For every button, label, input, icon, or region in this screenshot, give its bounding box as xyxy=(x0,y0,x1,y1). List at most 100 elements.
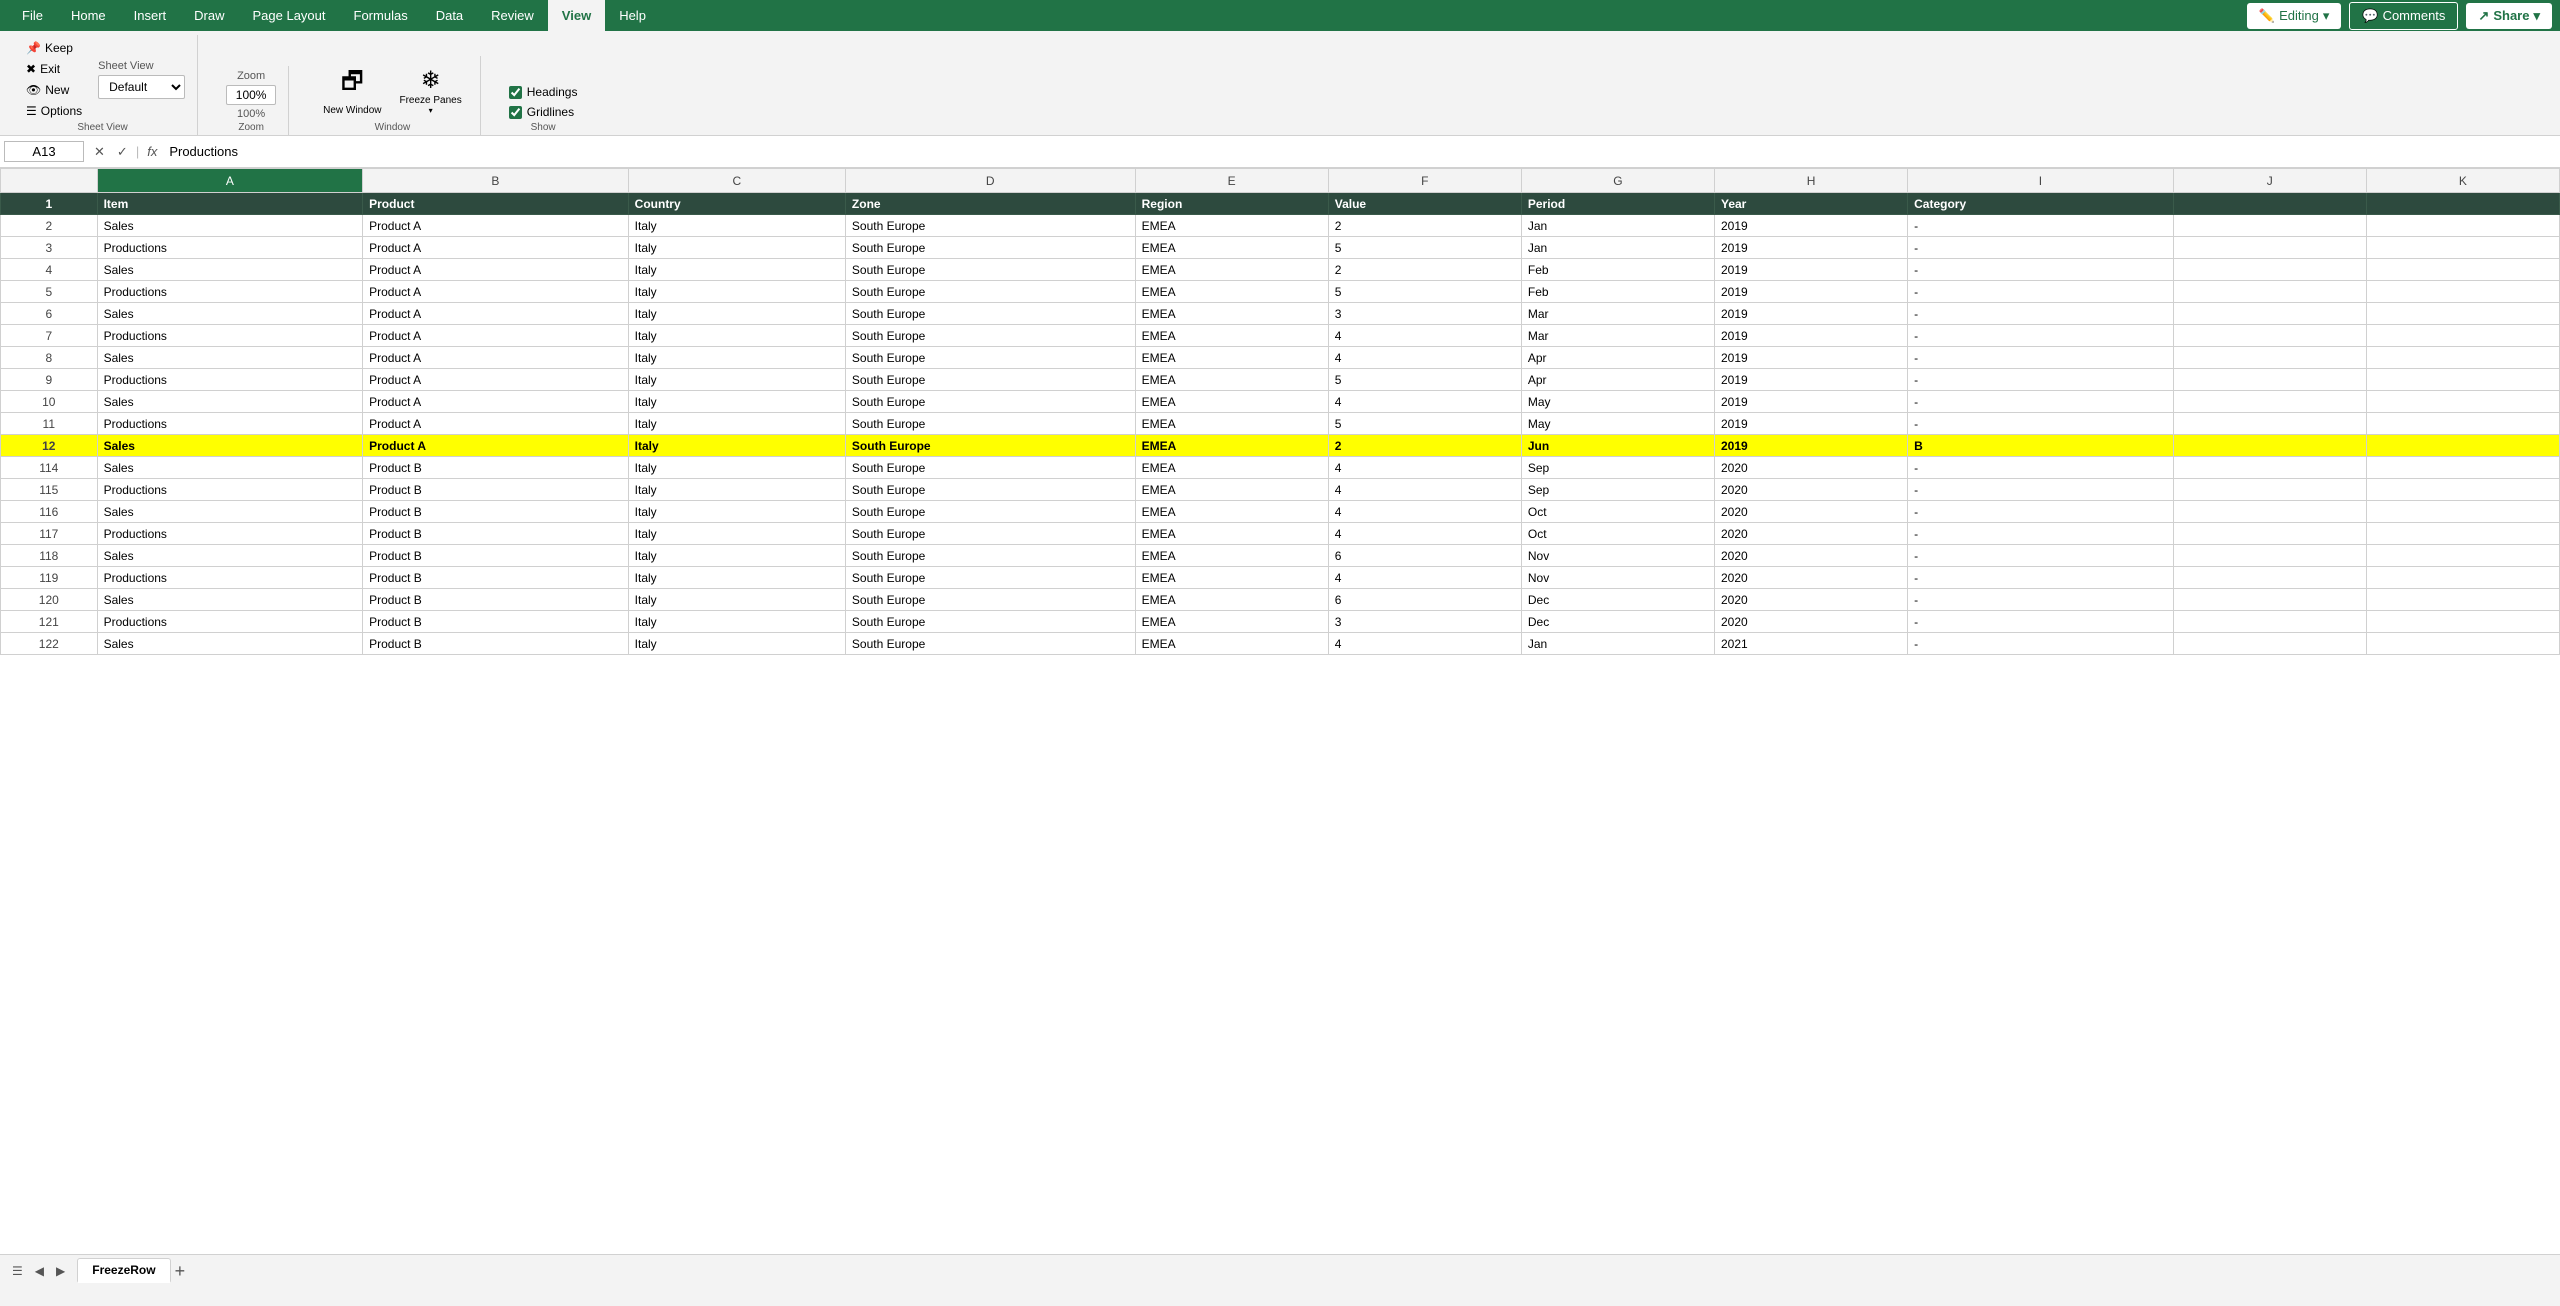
cell-4-H[interactable]: 2019 xyxy=(1714,259,1907,281)
cell-115-D[interactable]: South Europe xyxy=(845,479,1135,501)
cell-extra-1[interactable] xyxy=(2366,479,2559,501)
cell-117-F[interactable]: 4 xyxy=(1328,523,1521,545)
cell-116-B[interactable]: Product B xyxy=(363,501,629,523)
cell-114-B[interactable]: Product B xyxy=(363,457,629,479)
sheet-tab-freezerow[interactable]: FreezeRow xyxy=(77,1258,170,1283)
cell-5-E[interactable]: EMEA xyxy=(1135,281,1328,303)
cell-8-H[interactable]: 2019 xyxy=(1714,347,1907,369)
tab-page-layout[interactable]: Page Layout xyxy=(239,0,340,31)
cell-extra-1[interactable] xyxy=(2366,457,2559,479)
cell-4-C[interactable]: Italy xyxy=(628,259,845,281)
cell-5-D[interactable]: South Europe xyxy=(845,281,1135,303)
cell-116-E[interactable]: EMEA xyxy=(1135,501,1328,523)
cell-114-I[interactable]: - xyxy=(1908,457,2174,479)
cell-120-B[interactable]: Product B xyxy=(363,589,629,611)
cell-11-E[interactable]: EMEA xyxy=(1135,413,1328,435)
cell-121-D[interactable]: South Europe xyxy=(845,611,1135,633)
cell-6-D[interactable]: South Europe xyxy=(845,303,1135,325)
share-button[interactable]: ↗ Share ▾ xyxy=(2466,3,2552,29)
cell-117-G[interactable]: Oct xyxy=(1521,523,1714,545)
tab-draw[interactable]: Draw xyxy=(180,0,238,31)
cell-118-E[interactable]: EMEA xyxy=(1135,545,1328,567)
cell-11-F[interactable]: 5 xyxy=(1328,413,1521,435)
cell-extra-0[interactable] xyxy=(2173,325,2366,347)
cell-119-E[interactable]: EMEA xyxy=(1135,567,1328,589)
cell-120-D[interactable]: South Europe xyxy=(845,589,1135,611)
cell-8-A[interactable]: Sales xyxy=(97,347,363,369)
cell-6-I[interactable]: - xyxy=(1908,303,2174,325)
header-region[interactable]: Region xyxy=(1135,193,1328,215)
cell-121-H[interactable]: 2020 xyxy=(1714,611,1907,633)
cell-3-F[interactable]: 5 xyxy=(1328,237,1521,259)
cell-10-C[interactable]: Italy xyxy=(628,391,845,413)
cell-12-C[interactable]: Italy xyxy=(628,435,845,457)
cell-115-F[interactable]: 4 xyxy=(1328,479,1521,501)
cell-115-C[interactable]: Italy xyxy=(628,479,845,501)
options-button[interactable]: ☰ Options xyxy=(20,102,88,120)
cell-120-H[interactable]: 2020 xyxy=(1714,589,1907,611)
cell-11-C[interactable]: Italy xyxy=(628,413,845,435)
cell-122-H[interactable]: 2021 xyxy=(1714,633,1907,655)
col-header-A[interactable]: A xyxy=(97,169,363,193)
cell-extra-1[interactable] xyxy=(2366,303,2559,325)
sheet-nav-menu[interactable]: ☰ xyxy=(8,1262,27,1280)
cell-114-E[interactable]: EMEA xyxy=(1135,457,1328,479)
cell-9-E[interactable]: EMEA xyxy=(1135,369,1328,391)
cell-extra-1[interactable] xyxy=(2366,589,2559,611)
header-value[interactable]: Value xyxy=(1328,193,1521,215)
cell-9-C[interactable]: Italy xyxy=(628,369,845,391)
tab-insert[interactable]: Insert xyxy=(120,0,181,31)
cell-3-C[interactable]: Italy xyxy=(628,237,845,259)
cell-11-H[interactable]: 2019 xyxy=(1714,413,1907,435)
add-sheet-button[interactable]: + xyxy=(171,1262,190,1280)
cell-reference-input[interactable] xyxy=(4,141,84,162)
cell-7-E[interactable]: EMEA xyxy=(1135,325,1328,347)
cell-117-C[interactable]: Italy xyxy=(628,523,845,545)
cell-2-C[interactable]: Italy xyxy=(628,215,845,237)
cell-121-B[interactable]: Product B xyxy=(363,611,629,633)
cell-extra-1[interactable] xyxy=(2366,545,2559,567)
cell-extra-0[interactable] xyxy=(2173,237,2366,259)
cell-extra-1[interactable] xyxy=(2366,413,2559,435)
cell-9-I[interactable]: - xyxy=(1908,369,2174,391)
cell-5-G[interactable]: Feb xyxy=(1521,281,1714,303)
cell-118-G[interactable]: Nov xyxy=(1521,545,1714,567)
cell-114-A[interactable]: Sales xyxy=(97,457,363,479)
cell-7-C[interactable]: Italy xyxy=(628,325,845,347)
cell-119-F[interactable]: 4 xyxy=(1328,567,1521,589)
cell-extra-0[interactable] xyxy=(2173,545,2366,567)
cell-115-E[interactable]: EMEA xyxy=(1135,479,1328,501)
col-header-H[interactable]: H xyxy=(1714,169,1907,193)
cell-118-C[interactable]: Italy xyxy=(628,545,845,567)
cell-118-B[interactable]: Product B xyxy=(363,545,629,567)
cell-12-B[interactable]: Product A xyxy=(363,435,629,457)
cell-118-D[interactable]: South Europe xyxy=(845,545,1135,567)
cell-3-G[interactable]: Jan xyxy=(1521,237,1714,259)
cell-9-G[interactable]: Apr xyxy=(1521,369,1714,391)
gridlines-checkbox[interactable] xyxy=(509,106,522,119)
cell-2-D[interactable]: South Europe xyxy=(845,215,1135,237)
cell-3-A[interactable]: Productions xyxy=(97,237,363,259)
cell-116-C[interactable]: Italy xyxy=(628,501,845,523)
fx-button[interactable]: fx xyxy=(141,142,163,161)
sheet-nav-right[interactable]: ▶ xyxy=(52,1262,69,1280)
header-product[interactable]: Product xyxy=(363,193,629,215)
cell-4-G[interactable]: Feb xyxy=(1521,259,1714,281)
cell-119-H[interactable]: 2020 xyxy=(1714,567,1907,589)
tab-review[interactable]: Review xyxy=(477,0,548,31)
cell-7-F[interactable]: 4 xyxy=(1328,325,1521,347)
confirm-button[interactable]: ✓ xyxy=(111,142,134,162)
cell-119-B[interactable]: Product B xyxy=(363,567,629,589)
cell-116-H[interactable]: 2020 xyxy=(1714,501,1907,523)
cell-116-A[interactable]: Sales xyxy=(97,501,363,523)
cell-119-A[interactable]: Productions xyxy=(97,567,363,589)
cell-120-C[interactable]: Italy xyxy=(628,589,845,611)
cell-12-A[interactable]: Sales xyxy=(97,435,363,457)
cell-118-H[interactable]: 2020 xyxy=(1714,545,1907,567)
cell-extra-1[interactable] xyxy=(2366,391,2559,413)
cell-115-A[interactable]: Productions xyxy=(97,479,363,501)
cell-120-G[interactable]: Dec xyxy=(1521,589,1714,611)
cell-2-A[interactable]: Sales xyxy=(97,215,363,237)
cell-119-C[interactable]: Italy xyxy=(628,567,845,589)
cell-extra-0[interactable] xyxy=(2173,303,2366,325)
